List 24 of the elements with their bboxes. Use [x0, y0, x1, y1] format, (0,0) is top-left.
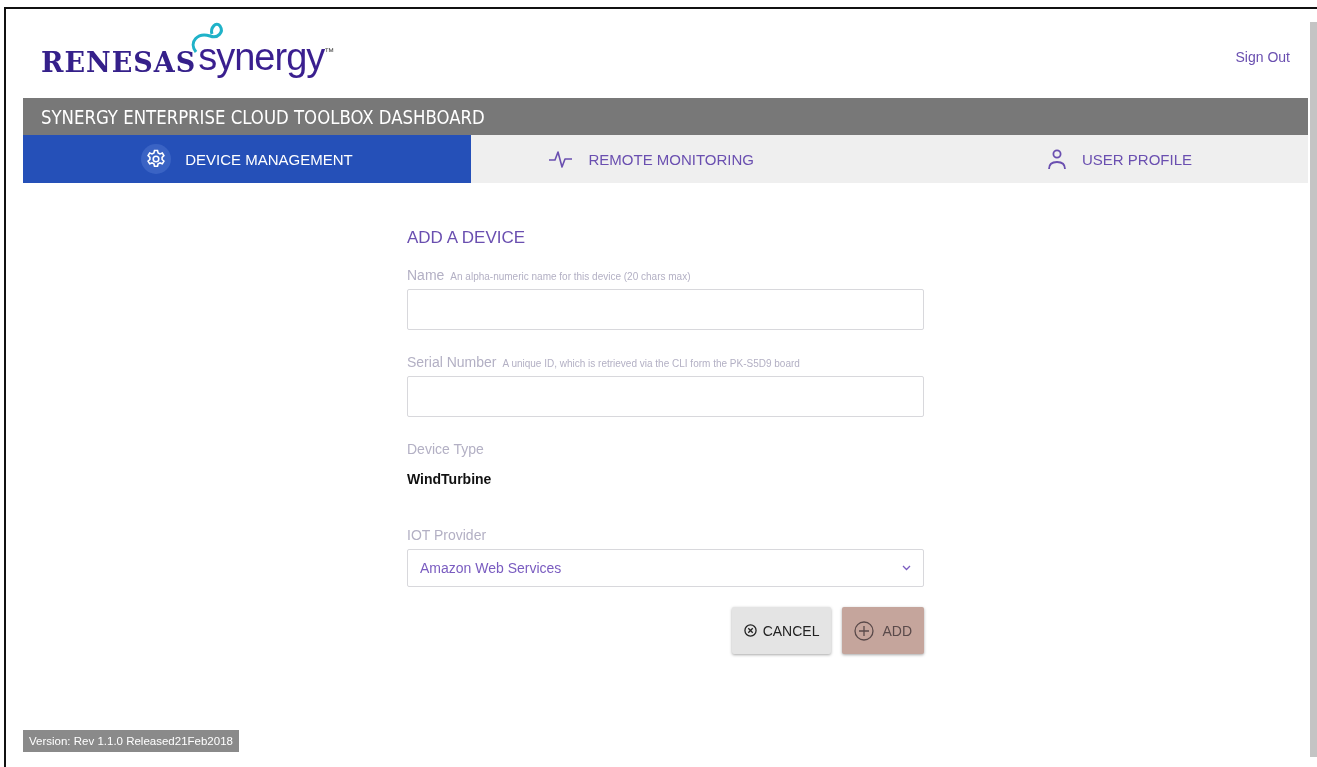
- dashboard-title: SYNERGY ENTERPRISE CLOUD TOOLBOX DASHBOARD: [41, 104, 485, 129]
- scrollbar[interactable]: [1310, 22, 1317, 757]
- logo: RENESASsynergy™: [41, 37, 335, 76]
- add-icon: [854, 620, 875, 641]
- sign-out-link[interactable]: Sign Out: [1235, 48, 1290, 65]
- dropdown[interactable]: Amazon Web Services: [407, 549, 924, 587]
- input-field[interactable]: [407, 376, 924, 417]
- cancel-button[interactable]: CANCEL: [731, 607, 832, 654]
- field-hint: An alpha-numeric name for this device (20 chars max): [450, 271, 691, 282]
- field-label: Device Type: [407, 441, 484, 457]
- field-hint: A unique ID, which is retrieved via the CLI form the PK-S5D9 board: [502, 358, 800, 369]
- field-label: IOT Provider: [407, 527, 487, 543]
- cancel-icon: [743, 624, 757, 637]
- form-title: ADD A DEVICE: [407, 228, 527, 248]
- chevron-down-icon: [902, 565, 911, 571]
- nav-tab[interactable]: REMOTE MONITORING: [471, 135, 832, 183]
- field-label: Serial Number: [407, 354, 497, 370]
- version-label: Version: Rev 1.1.0 Released21Feb2018: [23, 730, 239, 752]
- nav-tab[interactable]: DEVICE MANAGEMENT: [23, 135, 471, 183]
- settings-icon: [141, 144, 172, 174]
- nav-tab[interactable]: USER PROFILE: [831, 135, 1308, 183]
- field-value: WindTurbine: [407, 471, 493, 487]
- field-label: Name: [407, 267, 445, 283]
- input-field[interactable]: [407, 289, 924, 330]
